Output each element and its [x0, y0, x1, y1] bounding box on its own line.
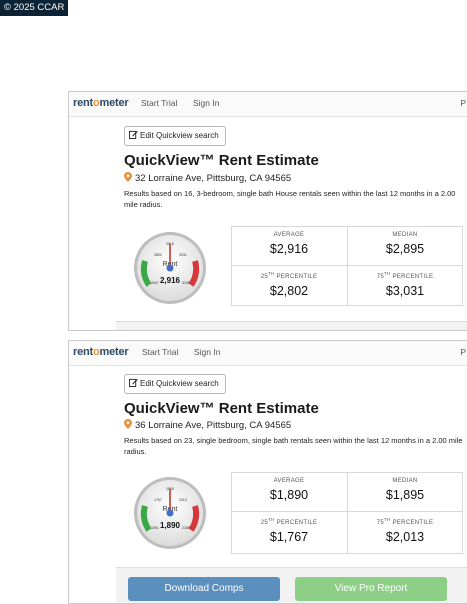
stat-label: 25TH PERCENTILE [260, 517, 318, 526]
stat-value: $1,890 [269, 488, 309, 502]
edit-quickview-button[interactable]: Edit Quickview search [124, 126, 226, 146]
gauge-tick-label: 3031 [179, 253, 187, 257]
stat-75th-percentile: 75TH PERCENTILE $3,031 [348, 266, 462, 303]
results-description: Results based on 23, single bedroom, sin… [124, 436, 463, 456]
rent-stats-grid: AVERAGE $1,890 MEDIAN $1,895 25TH PERCEN… [231, 472, 463, 554]
nav-sign-in[interactable]: Sign In [194, 347, 220, 357]
edit-icon [129, 130, 138, 139]
top-navbar: rentometer Start Trial Sign In P [69, 341, 467, 366]
stat-median: MEDIAN $2,895 [348, 227, 462, 264]
gauge-tick-label: 1591 [151, 526, 159, 530]
gauge-value: 2,916 [160, 276, 181, 285]
logo-text-meter: meter [99, 346, 129, 358]
stat-75th-percentile: 75TH PERCENTILE $2,013 [348, 512, 462, 549]
logo-text-meter: meter [99, 97, 129, 109]
actions-band-partial [116, 321, 467, 330]
stat-average: AVERAGE $2,916 [232, 227, 346, 264]
logo-text-rent: rent [73, 346, 93, 358]
top-navbar: rentometer Start Trial Sign In P [69, 92, 467, 117]
nav-sign-in[interactable]: Sign In [193, 98, 219, 108]
rent-estimate-panel-2: rentometer Start Trial Sign In P Edit Qu… [68, 340, 467, 604]
stat-value: $2,802 [269, 284, 309, 298]
nav-start-trial[interactable]: Start Trial [142, 347, 178, 357]
gauge-tick-label: 2637 [151, 281, 159, 285]
copyright-watermark: © 2025 CCAR [0, 0, 69, 16]
location-pin-icon [124, 419, 132, 429]
gauge-tick-label: 2189 [182, 526, 190, 530]
rentometer-logo[interactable]: rentometer [73, 346, 129, 358]
stat-label: MEDIAN [392, 232, 418, 238]
stat-value: $3,031 [385, 284, 425, 298]
stat-value: $2,916 [269, 242, 309, 256]
rent-estimate-panel-1: rentometer Start Trial Sign In P Edit Qu… [68, 91, 467, 331]
nav-truncated-item[interactable]: P [460, 347, 466, 357]
stat-label: MEDIAN [392, 478, 418, 484]
download-comps-button[interactable]: Download Comps [128, 577, 280, 601]
stat-label: 25TH PERCENTILE [260, 271, 318, 280]
results-description: Results based on 16, 3-bedroom, single b… [124, 189, 456, 209]
property-address: 32 Lorraine Ave, Pittsburg, CA 94565 [124, 172, 291, 184]
edit-quickview-label: Edit Quickview search [140, 131, 219, 140]
edit-icon [129, 378, 138, 387]
edit-quickview-button[interactable]: Edit Quickview search [124, 374, 226, 394]
address-text: 32 Lorraine Ave, Pittsburg, CA 94565 [135, 173, 292, 184]
stat-value: $2,895 [385, 242, 425, 256]
gauge-hub [166, 264, 174, 272]
gauge-tick-label: 2013 [179, 498, 187, 502]
rentometer-logo[interactable]: rentometer [73, 97, 129, 109]
gauge-hub [166, 509, 174, 517]
gauge-value: 1,890 [160, 521, 181, 530]
stat-label: 75TH PERCENTILE [376, 271, 434, 280]
stat-value: $1,767 [269, 530, 309, 544]
stat-median: MEDIAN $1,895 [348, 473, 462, 510]
location-pin-icon [124, 172, 132, 182]
rent-gauge: 1591 1767 1890 2013 2189 Rent 1,890 [134, 477, 206, 549]
logo-text-rent: rent [73, 97, 93, 109]
page-title: QuickView™ Rent Estimate [124, 400, 319, 417]
stat-average: AVERAGE $1,890 [232, 473, 346, 510]
stat-25th-percentile: 25TH PERCENTILE $2,802 [232, 266, 346, 303]
page-title: QuickView™ Rent Estimate [124, 152, 319, 169]
stat-value: $1,895 [385, 488, 425, 502]
gauge-tick-label: 3195 [182, 281, 190, 285]
gauge-tick-label: 2802 [154, 253, 162, 257]
stat-label: AVERAGE [273, 232, 305, 238]
edit-quickview-label: Edit Quickview search [140, 379, 219, 388]
rent-stats-grid: AVERAGE $2,916 MEDIAN $2,895 25TH PERCEN… [231, 226, 463, 306]
gauge-tick-label: 1767 [154, 498, 162, 502]
view-pro-report-button[interactable]: View Pro Report [295, 577, 447, 601]
address-text: 36 Lorraine Ave, Pittsburg, CA 94565 [135, 420, 292, 431]
stat-value: $2,013 [385, 530, 425, 544]
property-address: 36 Lorraine Ave, Pittsburg, CA 94565 [124, 419, 291, 431]
nav-truncated-item[interactable]: P [460, 98, 466, 108]
stat-label: 75TH PERCENTILE [376, 517, 434, 526]
nav-start-trial[interactable]: Start Trial [141, 98, 177, 108]
stat-25th-percentile: 25TH PERCENTILE $1,767 [232, 512, 346, 549]
rent-gauge: 2637 2802 2916 3031 3195 Rent 2,916 [134, 232, 206, 304]
stat-label: AVERAGE [273, 478, 305, 484]
